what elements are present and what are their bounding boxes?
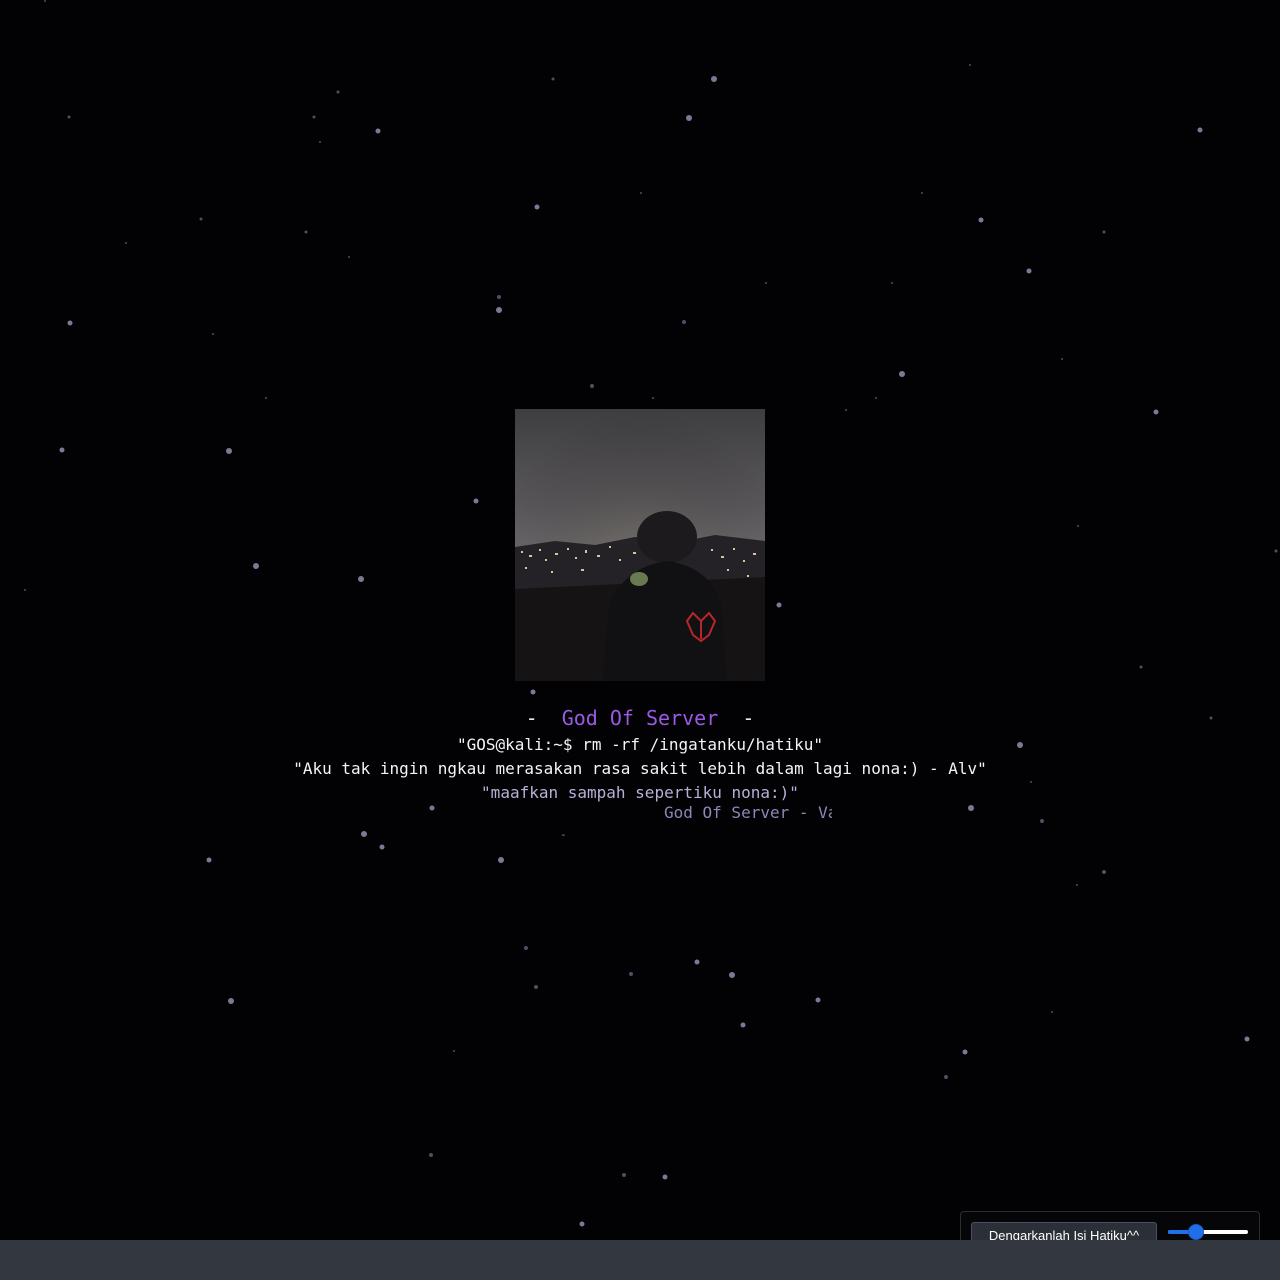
volume-slider[interactable] xyxy=(1168,1224,1248,1240)
star xyxy=(662,1174,668,1180)
quote-text: "Aku tak ingin ngkau merasakan rasa saki… xyxy=(293,759,987,778)
star xyxy=(962,1049,968,1055)
star xyxy=(358,576,364,582)
star xyxy=(551,77,555,81)
star xyxy=(67,320,73,326)
star xyxy=(361,831,367,837)
star xyxy=(776,602,782,608)
star xyxy=(530,689,536,695)
star xyxy=(265,397,267,399)
star xyxy=(765,282,767,284)
star xyxy=(1139,665,1143,669)
page-stage: - God Of Server - "GOS@kali:~$ rm -rf /i… xyxy=(0,0,1280,1280)
star xyxy=(622,1173,626,1177)
terminal-command-text: "GOS@kali:~$ rm -rf /ingatanku/hatiku" xyxy=(456,735,824,754)
star xyxy=(534,985,538,989)
star xyxy=(969,64,971,66)
star xyxy=(429,1153,433,1157)
star xyxy=(944,1075,948,1079)
star xyxy=(206,857,212,863)
star xyxy=(67,115,71,119)
star xyxy=(891,282,893,284)
star xyxy=(1077,525,1079,527)
star xyxy=(473,498,479,504)
bottom-bar xyxy=(0,1240,1280,1280)
star xyxy=(686,115,692,121)
star xyxy=(978,217,984,223)
star xyxy=(921,192,923,194)
marquee-text: God Of Server - Va xyxy=(664,803,832,822)
star xyxy=(1061,358,1063,360)
marquee: God Of Server - Va xyxy=(448,803,832,823)
star xyxy=(453,1050,455,1052)
star xyxy=(1102,230,1106,234)
star xyxy=(711,76,717,82)
star xyxy=(524,946,528,950)
star xyxy=(304,230,308,234)
star xyxy=(1102,870,1106,874)
star xyxy=(729,972,735,978)
star xyxy=(682,320,686,324)
star xyxy=(590,384,594,388)
star xyxy=(498,857,504,863)
star xyxy=(534,204,540,210)
star xyxy=(496,307,502,313)
star xyxy=(497,295,501,299)
title-dash-left: - xyxy=(525,706,538,730)
star xyxy=(24,589,26,591)
star xyxy=(1244,1036,1250,1042)
star xyxy=(199,217,203,221)
star xyxy=(629,972,633,976)
star xyxy=(1076,884,1078,886)
star xyxy=(1197,127,1203,133)
star xyxy=(815,997,821,1003)
star xyxy=(1051,1011,1053,1013)
star xyxy=(845,409,847,411)
site-title: - God Of Server - xyxy=(0,706,1280,730)
title-dash-right: - xyxy=(742,706,755,730)
star xyxy=(968,805,974,811)
star xyxy=(348,256,350,258)
star xyxy=(694,959,700,965)
apology-text: "maafkan sampah sepertiku nona:)" xyxy=(481,783,799,802)
star xyxy=(319,141,321,143)
star xyxy=(59,447,65,453)
star xyxy=(212,333,214,335)
star xyxy=(44,0,46,2)
star xyxy=(228,998,234,1004)
star xyxy=(1274,549,1278,553)
star xyxy=(1026,268,1032,274)
star xyxy=(253,563,259,569)
star xyxy=(125,242,127,244)
star xyxy=(740,1022,746,1028)
small-dash: - xyxy=(560,828,567,841)
star xyxy=(652,397,654,399)
star xyxy=(312,115,316,119)
star xyxy=(226,448,232,454)
star xyxy=(1040,819,1044,823)
star xyxy=(379,844,385,850)
star xyxy=(640,192,642,194)
site-name: God Of Server xyxy=(561,706,719,730)
star xyxy=(875,397,877,399)
star xyxy=(1153,409,1159,415)
star xyxy=(375,128,381,134)
star xyxy=(429,805,435,811)
star xyxy=(899,371,905,377)
volume-thumb[interactable] xyxy=(1187,1224,1204,1240)
profile-photo xyxy=(515,409,765,681)
star xyxy=(579,1221,585,1227)
star xyxy=(336,90,340,94)
